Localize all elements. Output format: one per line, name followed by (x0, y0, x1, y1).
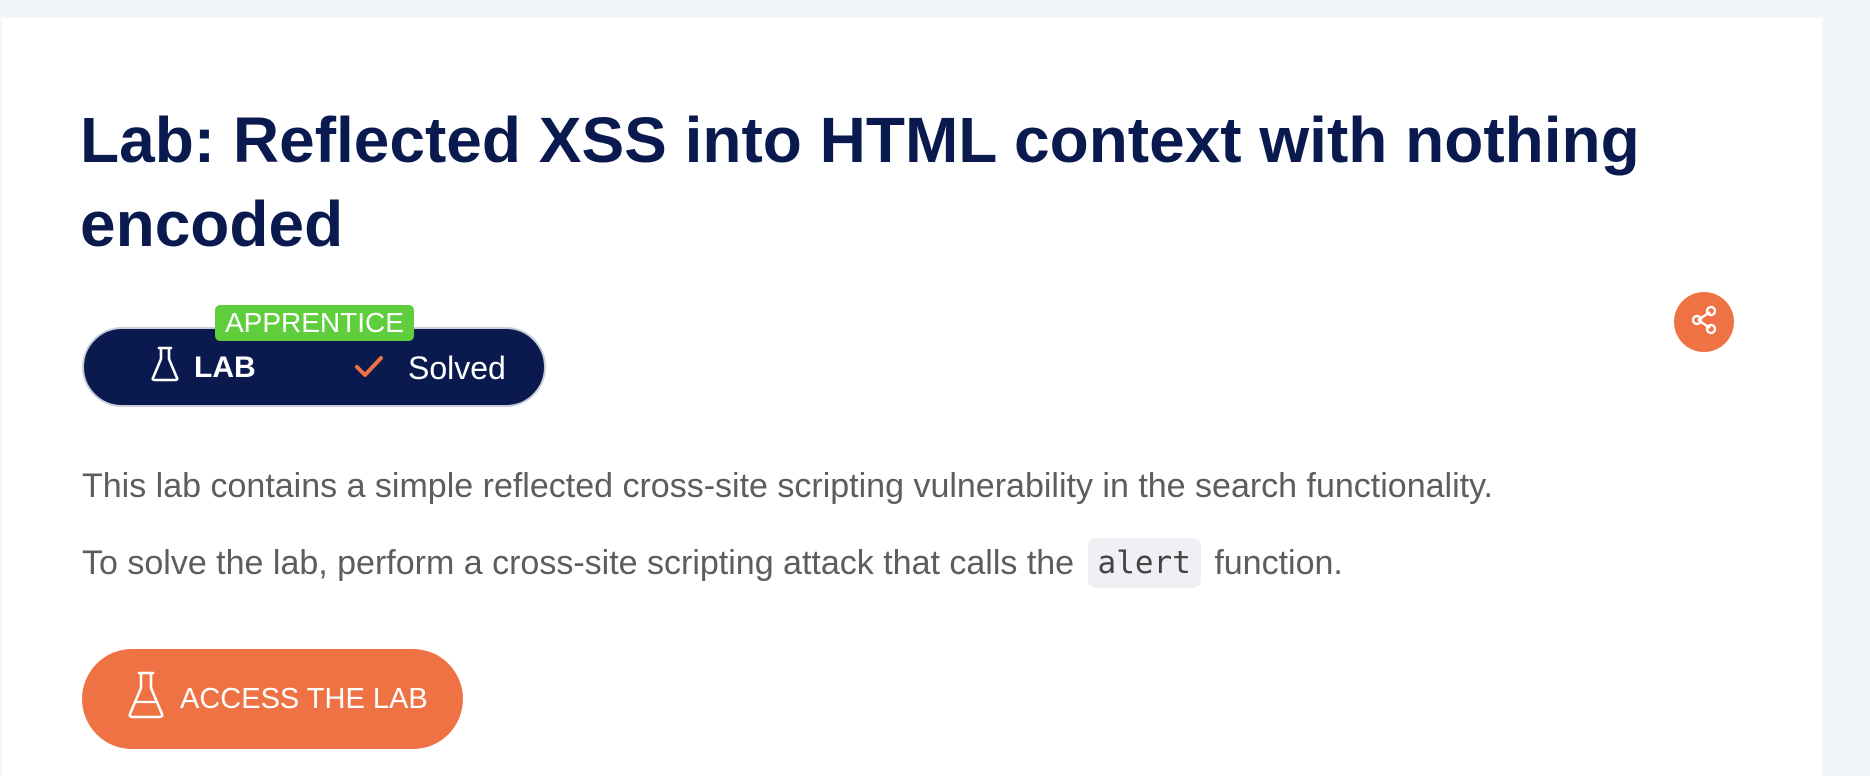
flask-icon (126, 670, 166, 728)
objective-text: To solve the lab, perform a cross-site s… (82, 543, 1075, 582)
flask-icon (150, 346, 180, 390)
share-button[interactable] (1674, 292, 1734, 352)
solved-status: Solved (354, 349, 506, 387)
lab-type-label: LAB (194, 351, 256, 384)
level-badge: APPRENTICE (215, 305, 414, 341)
lab-description: This lab contains a simple reflected cro… (82, 467, 1493, 505)
lab-type: LAB (150, 346, 256, 390)
lab-objective: To solve the lab, perform a cross-site s… (82, 538, 1343, 590)
code-alert: alert (1087, 538, 1201, 588)
page-title: Lab: Reflected XSS into HTML context wit… (80, 104, 1640, 260)
checkmark-icon (354, 350, 384, 387)
access-lab-label: ACCESS THE LAB (180, 682, 428, 715)
solved-label: Solved (408, 349, 506, 386)
share-icon (1689, 305, 1719, 340)
objective-text-end: function. (1214, 543, 1343, 582)
access-lab-button[interactable]: ACCESS THE LAB (82, 649, 463, 749)
